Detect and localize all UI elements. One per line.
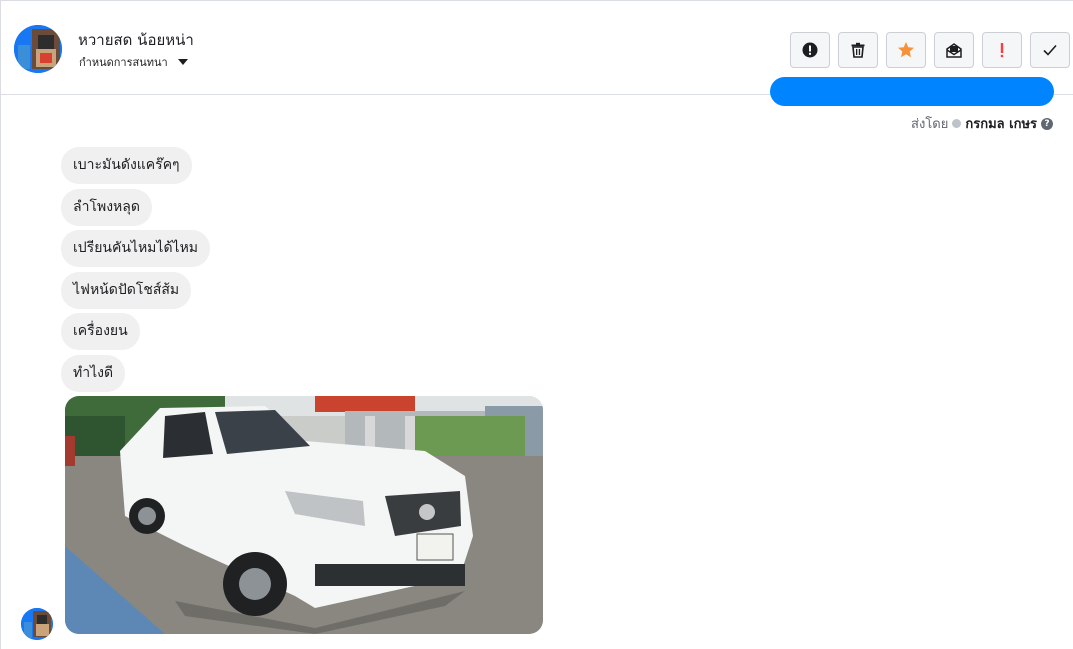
alert-circle-icon <box>802 42 818 58</box>
assign-conversation-label: กำหนดการสนทนา <box>79 56 168 69</box>
message-bubble[interactable]: เบาะมันดังแคร๊คๆ <box>61 147 192 184</box>
caret-down-icon <box>177 59 188 65</box>
inbox-conversation-panel: หวายสด น้อยหน่า กำหนดการสนทนา ส่งโดย กรก… <box>0 0 1073 649</box>
message-bubble[interactable]: เครื่องยน <box>61 313 140 350</box>
outgoing-message-bubble <box>770 77 1054 106</box>
pickup-truck-photo <box>65 396 543 634</box>
message-bubble[interactable]: ไฟหน้ดปัดโชส์ส้ม <box>61 271 192 309</box>
important-button[interactable] <box>982 32 1022 68</box>
delete-button[interactable] <box>838 32 878 68</box>
sent-by-prefix: ส่งโดย <box>911 117 949 132</box>
sender-name[interactable]: กรกมล เกษร <box>965 113 1037 134</box>
assign-conversation-dropdown[interactable]: กำหนดการสนทนา <box>79 53 188 71</box>
sent-by-line: ส่งโดย กรกมล เกษร ? <box>911 113 1053 134</box>
contact-avatar[interactable] <box>14 25 62 73</box>
checkmark-icon <box>1043 44 1057 56</box>
trash-icon <box>851 42 865 58</box>
photo-attachment[interactable] <box>65 396 543 634</box>
conversation-actions <box>790 32 1070 68</box>
contact-name[interactable]: หวายสด น้อยหน่า <box>78 28 194 52</box>
mark-unread-button[interactable] <box>934 32 974 68</box>
star-button[interactable] <box>886 32 926 68</box>
envelope-icon <box>946 43 962 58</box>
help-icon[interactable]: ? <box>1041 117 1053 130</box>
incoming-messages: เบาะมันดังแคร๊คๆ ลำโพงหลุด เปรียนคันไหมไ… <box>61 147 211 396</box>
message-bubble[interactable]: ลำโพงหลุด <box>61 188 152 226</box>
message-bubble[interactable]: ทำไงดี <box>61 354 126 392</box>
message-bubble[interactable]: เปรียนคันไหมได้ไหม <box>61 230 211 267</box>
report-spam-button[interactable] <box>790 32 830 68</box>
sender-avatar[interactable] <box>21 608 53 640</box>
exclamation-icon <box>1000 43 1004 58</box>
mark-done-button[interactable] <box>1030 32 1070 68</box>
verified-icon <box>952 119 962 128</box>
star-icon <box>898 42 914 58</box>
